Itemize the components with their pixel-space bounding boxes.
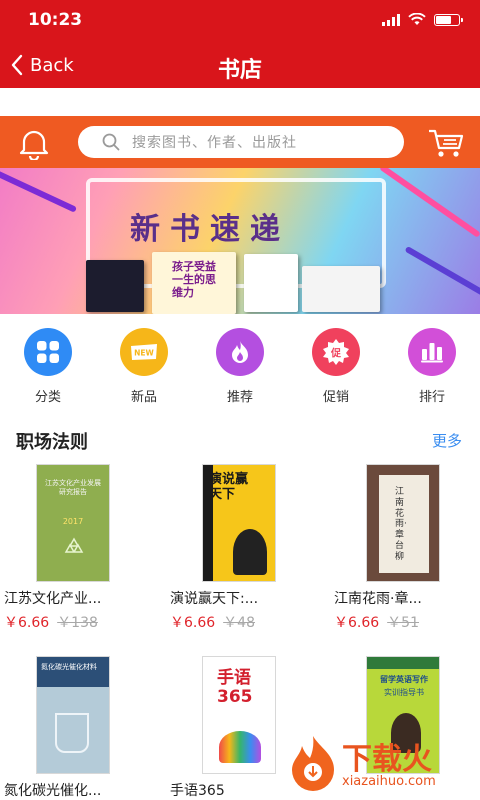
cover-text: 江苏文化产业发展研究报告 (45, 479, 101, 497)
price-row: ￥6.66 ￥51 (334, 612, 474, 632)
book-title: 江苏文化产业... (4, 591, 102, 607)
book-price: ￥6.66 (334, 615, 380, 631)
book-title: 演说赢天下:... (170, 591, 259, 607)
search-input[interactable]: 搜索图书、作者、出版社 (78, 126, 404, 158)
banner-book-title: 孩子受益一生的思维力 (172, 260, 216, 300)
book-price: ￥6.66 (170, 615, 216, 631)
book-cover: 江苏文化产业发展研究报告 2017 (36, 464, 110, 582)
section-header: 职场法则 更多 (0, 426, 480, 456)
book-original-price: ￥51 (387, 615, 419, 631)
watermark-text: 下载火 (342, 742, 432, 777)
grid-icon (24, 328, 72, 376)
banner-decor-stripe (379, 168, 480, 238)
cover-flask (55, 713, 89, 753)
category-label: 排行 (418, 390, 445, 405)
signal-icon (382, 13, 400, 26)
promo-banner[interactable]: 新书速递 孩子受益一生的思维力 (0, 168, 480, 314)
book-item[interactable]: 氮化碳光催化材料 氮化碳光催化... (4, 656, 144, 800)
category-ranking[interactable]: 排行 (392, 328, 472, 405)
category-label: 分类 (34, 390, 61, 405)
spacer (0, 88, 480, 116)
wifi-icon (408, 13, 426, 25)
page-title: 书店 (217, 58, 262, 83)
status-bar: 10:23 (0, 0, 480, 42)
new-icon: NEW (120, 328, 168, 376)
banner-book: 孩子受益一生的思维力 (152, 252, 236, 314)
book-price: ￥6.66 (4, 615, 50, 631)
cover-text: 演说赢天下 (209, 472, 249, 502)
banner-book (302, 266, 380, 312)
cover-text: 氮化碳光催化材料 (41, 663, 97, 671)
cover-hands (219, 731, 261, 763)
ranking-icon (408, 328, 456, 376)
nav-bar: Back 书店 (0, 42, 480, 88)
svg-text:促: 促 (330, 347, 342, 360)
search-bar: 搜索图书、作者、出版社 (0, 116, 480, 168)
watermark-url: xiazaihuo.com (342, 774, 436, 789)
banner-book (86, 260, 144, 312)
battery-icon (434, 13, 463, 26)
price-row: ￥6.66 ￥48 (170, 612, 310, 632)
category-recommend[interactable]: 推荐 (200, 328, 280, 405)
cover-text: 江南花雨·章台柳 (395, 487, 407, 562)
banner-decor-stripe (0, 169, 78, 213)
book-item[interactable]: 江苏文化产业发展研究报告 2017 江苏文化产业... ￥6.66 ￥138 (4, 464, 144, 632)
cover-header (37, 657, 109, 687)
banner-decor-stripe (404, 245, 480, 297)
promo-icon: 促 (312, 328, 360, 376)
section-title: 职场法则 (16, 432, 88, 453)
category-label: 促销 (322, 390, 349, 405)
svg-text:NEW: NEW (134, 349, 154, 358)
category-label: 新品 (130, 390, 157, 405)
status-icons (382, 13, 463, 26)
cart-icon[interactable] (426, 126, 466, 160)
book-title: 手语365 (170, 783, 225, 799)
search-icon (102, 133, 120, 151)
cover-spine (203, 465, 213, 581)
price-row: ￥6.66 ￥138 (4, 612, 144, 632)
book-cover: 氮化碳光催化材料 (36, 656, 110, 774)
cover-text: 留学英语写作 (380, 675, 428, 684)
book-title: 江南花雨·章... (334, 591, 422, 607)
cover-illustration (233, 529, 267, 575)
banner-book (244, 254, 298, 312)
cover-subtext: 实训指导书 (384, 688, 424, 697)
category-label: 推荐 (226, 390, 253, 405)
book-item[interactable]: 演说赢天下 演说赢天下:... ￥6.66 ￥48 (170, 464, 310, 632)
bell-icon[interactable] (16, 126, 52, 160)
flame-logo-icon (292, 736, 334, 791)
book-cover: 演说赢天下 (202, 464, 276, 582)
cover-subtext: 2017 (62, 517, 84, 526)
book-original-price: ￥138 (57, 615, 98, 631)
flame-icon (216, 328, 264, 376)
banner-title: 新书速递 (130, 212, 290, 247)
book-item[interactable]: 江南花雨·章台柳 江南花雨·章... ￥6.66 ￥51 (334, 464, 474, 632)
watermark-logo: 下载火 xiazaihuo.com (280, 728, 476, 798)
category-new[interactable]: NEW 新品 (104, 328, 184, 405)
cover-panel: 江南花雨·章台柳 (379, 475, 429, 573)
category-row: 分类 NEW 新品 推荐 促 促销 排行 (0, 318, 480, 408)
category-classify[interactable]: 分类 (8, 328, 88, 405)
category-promo[interactable]: 促 促销 (296, 328, 376, 405)
more-link[interactable]: 更多 (432, 430, 462, 451)
book-title: 氮化碳光催化... (4, 783, 102, 799)
cover-header (367, 657, 439, 669)
book-cover: 江南花雨·章台柳 (366, 464, 440, 582)
cover-text: 手语365 (217, 668, 253, 707)
status-time: 10:23 (28, 10, 83, 30)
search-placeholder: 搜索图书、作者、出版社 (132, 135, 297, 151)
recycle-icon (64, 537, 84, 553)
book-original-price: ￥48 (223, 615, 255, 631)
book-cover: 手语365 (202, 656, 276, 774)
